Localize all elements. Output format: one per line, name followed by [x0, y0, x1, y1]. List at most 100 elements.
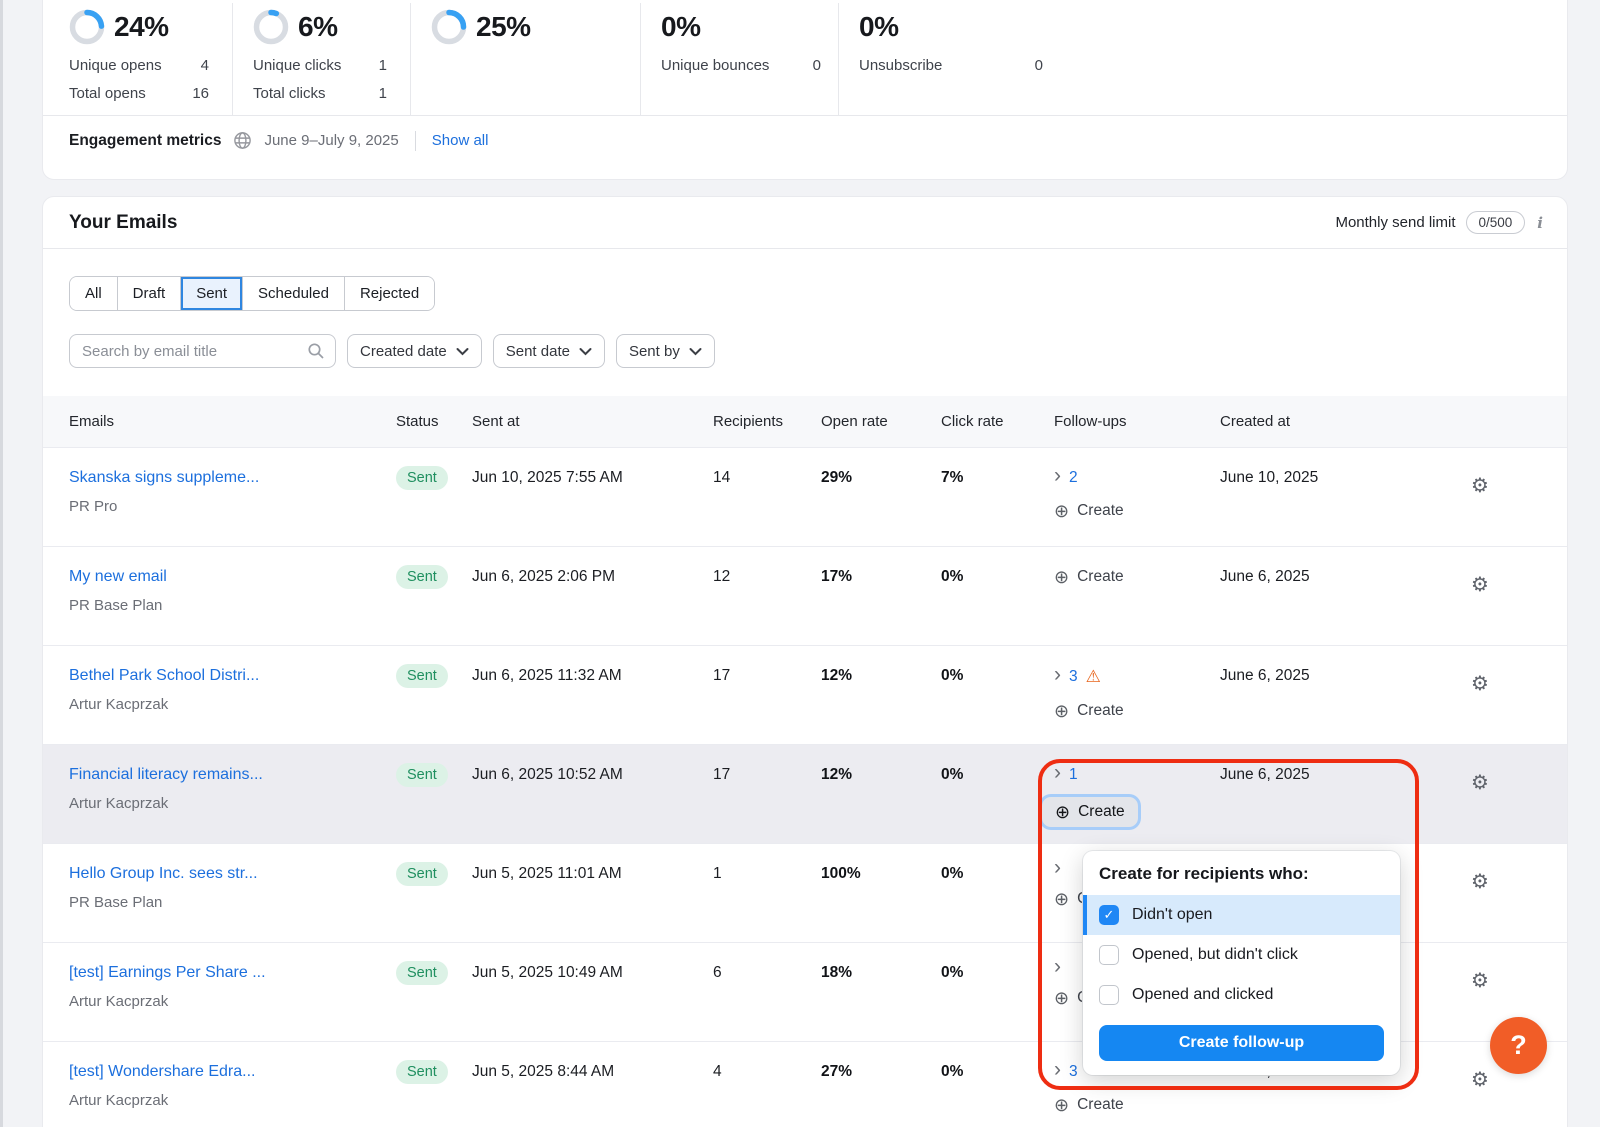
circle-plus-icon: ⊕ — [1054, 502, 1069, 520]
gear-icon[interactable]: ⚙︎ — [1471, 968, 1527, 992]
checkbox-icon[interactable] — [1099, 945, 1119, 965]
email-title-link[interactable]: Hello Group Inc. sees str... — [69, 865, 396, 883]
click-rate-cell: 7% — [941, 469, 1054, 487]
metric-label: Total clicks — [253, 85, 326, 102]
metrics-card: 24%Unique opens4Total opens16 6%Unique c… — [42, 0, 1568, 180]
status-cell: Sent — [396, 766, 472, 787]
click-rate-cell: 0% — [941, 865, 1054, 883]
dropdown-label: Sent date — [506, 343, 570, 360]
metric-label: Unique opens — [69, 57, 162, 74]
popup-option[interactable]: Opened and clicked — [1083, 975, 1400, 1015]
metric-3: 0%Unique bounces0 — [641, 3, 839, 115]
circle-plus-icon: ⊕ — [1054, 989, 1069, 1007]
tab-sent[interactable]: Sent — [180, 277, 242, 310]
metric-percent: 25% — [476, 11, 531, 43]
status-cell: Sent — [396, 568, 472, 589]
tab-rejected[interactable]: Rejected — [344, 277, 434, 310]
create-followup-trigger[interactable]: ⊕Create — [1054, 568, 1220, 586]
question-mark-icon: ? — [1510, 1030, 1527, 1061]
chevron-right-icon: › — [1054, 1063, 1061, 1077]
column-header: Emails — [69, 413, 396, 430]
status-cell: Sent — [396, 1063, 472, 1084]
followups-cell: ›1⊕Create — [1054, 766, 1220, 827]
click-rate-cell: 0% — [941, 964, 1054, 982]
create-label: Create — [1077, 702, 1124, 720]
create-followup-trigger[interactable]: ⊕ Create — [1054, 702, 1220, 720]
column-header: Open rate — [821, 413, 941, 430]
email-subtitle: Artur Kacprzak — [69, 993, 396, 1010]
column-header: Follow-ups — [1054, 413, 1220, 430]
status-badge: Sent — [396, 1060, 448, 1084]
popup-option[interactable]: Opened, but didn't click — [1083, 935, 1400, 975]
email-subtitle: PR Base Plan — [69, 894, 396, 911]
filters-row: Created date Sent date Sent by — [69, 334, 1567, 368]
followups-expand[interactable]: ›3⚠︎ — [1054, 667, 1220, 687]
info-icon[interactable]: i — [1535, 214, 1545, 232]
help-button[interactable]: ? — [1490, 1017, 1547, 1074]
click-rate-cell: 0% — [941, 766, 1054, 784]
screen-left-edge — [0, 0, 3, 1127]
tab-all[interactable]: All — [70, 277, 117, 310]
followups-count-link[interactable]: 3 — [1069, 1063, 1078, 1081]
metric-label: Total opens — [69, 85, 146, 102]
gear-icon[interactable]: ⚙︎ — [1471, 572, 1527, 596]
followups-count-link[interactable]: 1 — [1069, 766, 1078, 784]
circle-plus-icon: ⊕ — [1054, 702, 1069, 720]
sent-at-cell: Jun 6, 2025 10:52 AM — [472, 766, 713, 784]
metric-head: 6% — [253, 7, 400, 47]
create-followup-button[interactable]: Create follow-up — [1099, 1025, 1384, 1061]
email-title-link[interactable]: [test] Wondershare Edra... — [69, 1063, 396, 1081]
engagement-label: Engagement metrics — [69, 132, 221, 150]
dropdown-sent-date[interactable]: Sent date — [493, 334, 605, 368]
checkbox-checked-icon[interactable]: ✓ — [1099, 905, 1119, 925]
create-label: Create — [1078, 803, 1125, 821]
email-title-link[interactable]: Bethel Park School Distri... — [69, 667, 396, 685]
followups-cell: ›2⊕Create — [1054, 469, 1220, 520]
metric-value: 1 — [379, 57, 387, 74]
followups-count-link[interactable]: 3 — [1069, 668, 1078, 686]
create-followup-trigger[interactable]: ⊕Create — [1054, 1096, 1220, 1114]
column-header: Sent at — [472, 413, 713, 430]
followups-cell: ›3⚠︎ ⊕ Create — [1054, 667, 1220, 720]
dropdown-sent-by[interactable]: Sent by — [616, 334, 715, 368]
metric-1: 6%Unique clicks1Total clicks1 — [233, 3, 411, 115]
column-header: Status — [396, 413, 472, 430]
metric-value: 16 — [192, 85, 209, 102]
email-cell: Bethel Park School Distri... Artur Kacprz… — [69, 667, 396, 713]
email-title-link[interactable]: Financial literacy remains... — [69, 766, 396, 784]
gear-icon[interactable]: ⚙︎ — [1471, 770, 1527, 794]
search-input[interactable] — [82, 343, 307, 360]
table-header: EmailsStatusSent atRecipientsOpen rateCl… — [43, 396, 1567, 447]
table-row: My new emailPR Base PlanSentJun 6, 2025 … — [43, 546, 1567, 645]
sent-at-cell: Jun 10, 2025 7:55 AM — [472, 469, 713, 487]
gear-icon[interactable]: ⚙︎ — [1471, 473, 1527, 497]
sent-at-cell: Jun 5, 2025 8:44 AM — [472, 1063, 713, 1081]
email-title-link[interactable]: My new email — [69, 568, 396, 586]
email-cell: [test] Earnings Per Share ... Artur Kacpr… — [69, 964, 396, 1010]
chevron-right-icon: › — [1054, 469, 1061, 483]
dropdown-created-date[interactable]: Created date — [347, 334, 482, 368]
metric-label: Unsubscribe — [859, 57, 942, 74]
page-title: Your Emails — [69, 212, 177, 234]
show-all-link[interactable]: Show all — [432, 132, 489, 149]
create-followup-trigger[interactable]: ⊕Create — [1054, 502, 1220, 520]
recipients-cell: 4 — [713, 1063, 821, 1081]
checkbox-icon[interactable] — [1099, 985, 1119, 1005]
create-followup-trigger-focused[interactable]: ⊕Create — [1042, 797, 1138, 827]
gear-icon[interactable]: ⚙︎ — [1471, 671, 1527, 695]
popup-option[interactable]: ✓Didn't open — [1083, 895, 1400, 935]
followups-expand[interactable]: ›2 — [1054, 469, 1220, 487]
email-title-link[interactable]: Skanska signs suppleme... — [69, 469, 396, 487]
email-cell: Skanska signs suppleme...PR Pro — [69, 469, 396, 515]
followups-count-link[interactable]: 2 — [1069, 469, 1078, 487]
popup-options: ✓Didn't openOpened, but didn't clickOpen… — [1099, 895, 1384, 1015]
send-limit-value-badge: 0/500 — [1466, 211, 1526, 234]
tab-draft[interactable]: Draft — [117, 277, 181, 310]
email-title-link[interactable]: [test] Earnings Per Share ... — [69, 964, 396, 982]
metric-breakdown: Unique clicks1Total clicks1 — [253, 57, 400, 102]
followups-expand[interactable]: ›1 — [1054, 766, 1220, 784]
email-subtitle: Artur Kacprzak — [69, 696, 396, 713]
gear-icon[interactable]: ⚙︎ — [1471, 869, 1527, 893]
tab-scheduled[interactable]: Scheduled — [242, 277, 344, 310]
metric-value: 0 — [813, 57, 821, 74]
